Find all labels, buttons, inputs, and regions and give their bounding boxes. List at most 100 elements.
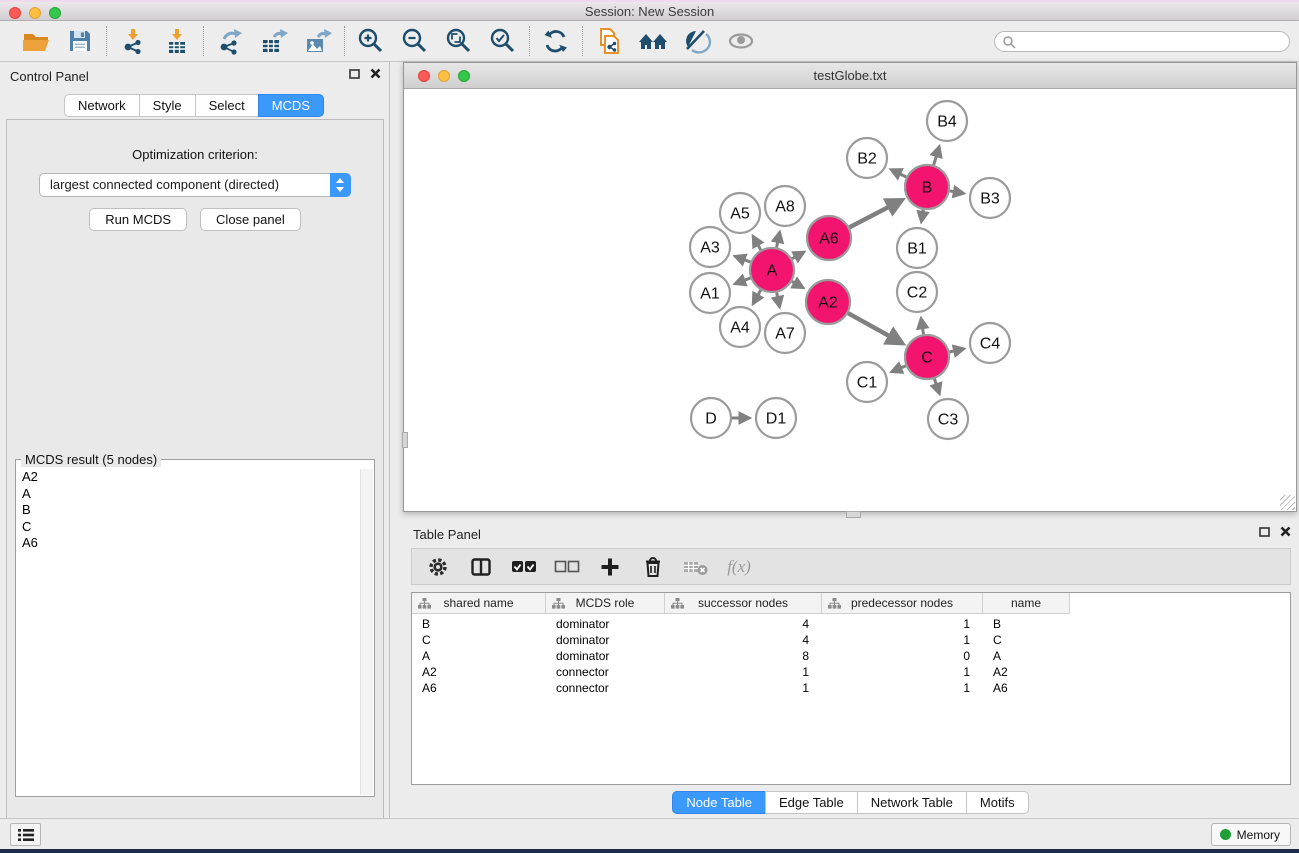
delete-column-button[interactable] <box>640 554 666 580</box>
graph-edge-B-B2[interactable] <box>892 170 906 177</box>
mcds-result-item[interactable]: C <box>17 519 360 536</box>
graph-node-C4[interactable]: C4 <box>970 323 1010 363</box>
table-row[interactable]: A6connector11A6 <box>412 681 1290 697</box>
table-cell-shared-name[interactable]: C <box>412 633 546 649</box>
table-cell-shared-name[interactable]: A6 <box>412 681 546 697</box>
graph-node-A[interactable]: A <box>750 248 794 292</box>
import-table-button[interactable] <box>160 25 194 57</box>
table-cell-mcds-role[interactable]: dominator <box>546 633 665 649</box>
mcds-result-item[interactable]: A <box>17 486 360 503</box>
graph-node-C[interactable]: C <box>905 335 949 379</box>
run-mcds-button[interactable]: Run MCDS <box>89 208 187 231</box>
network-close-button[interactable] <box>418 70 430 82</box>
resize-grip-icon[interactable] <box>1280 495 1295 510</box>
graph-node-A6[interactable]: A6 <box>807 216 851 260</box>
graph-node-A1[interactable]: A1 <box>690 273 730 313</box>
graph-edge-A6-B[interactable] <box>849 201 900 228</box>
splitter-grip-bottom[interactable] <box>846 511 861 518</box>
column-header-mcds-role[interactable]: MCDS role <box>546 593 665 614</box>
table-row[interactable]: Adominator80A <box>412 649 1290 665</box>
network-zoom-button[interactable] <box>458 70 470 82</box>
float-panel-icon[interactable] <box>349 69 360 79</box>
table-row[interactable]: Bdominator41B <box>412 617 1290 633</box>
splitter-grip-left[interactable] <box>402 432 408 448</box>
graph-node-B4[interactable]: B4 <box>927 101 967 141</box>
zoom-in-button[interactable] <box>354 25 388 57</box>
delete-table-button[interactable] <box>683 554 709 580</box>
graph-edge-C-C2[interactable] <box>921 320 923 335</box>
table-row[interactable]: Cdominator41C <box>412 633 1290 649</box>
column-header-successor-nodes[interactable]: successor nodes <box>665 593 822 614</box>
zoom-selected-button[interactable] <box>486 25 520 57</box>
tab-edge-table[interactable]: Edge Table <box>765 791 858 814</box>
search-field[interactable] <box>994 31 1290 52</box>
table-cell-successor-nodes[interactable]: 4 <box>665 617 822 633</box>
table-cell-predecessor-nodes[interactable]: 1 <box>822 617 983 633</box>
home-button[interactable] <box>636 25 670 57</box>
table-cell-successor-nodes[interactable]: 1 <box>665 665 822 681</box>
open-file-button[interactable] <box>19 25 53 57</box>
graph-node-C1[interactable]: C1 <box>847 362 887 402</box>
tab-mcds[interactable]: MCDS <box>258 94 324 117</box>
mcds-result-item[interactable]: B <box>17 502 360 519</box>
graph-node-A3[interactable]: A3 <box>690 227 730 267</box>
select-all-columns-button[interactable] <box>511 554 537 580</box>
refresh-button[interactable] <box>539 25 573 57</box>
table-cell-predecessor-nodes[interactable]: 1 <box>822 665 983 681</box>
function-builder-button[interactable]: f(x) <box>726 554 752 580</box>
zoom-fit-button[interactable] <box>442 25 476 57</box>
table-cell-name[interactable]: A <box>983 649 1070 665</box>
graph-edge-C-C1[interactable] <box>893 366 906 371</box>
graph-node-A7[interactable]: A7 <box>765 313 805 353</box>
table-cell-name[interactable]: B <box>983 617 1070 633</box>
export-table-button[interactable] <box>257 25 291 57</box>
float-panel-icon[interactable] <box>1259 527 1270 537</box>
toggle-labels-button[interactable] <box>680 25 714 57</box>
mcds-result-item[interactable]: A2 <box>17 469 360 486</box>
table-cell-mcds-role[interactable]: dominator <box>546 617 665 633</box>
graph-node-C3[interactable]: C3 <box>928 399 968 439</box>
zoom-out-button[interactable] <box>398 25 432 57</box>
table-cell-successor-nodes[interactable]: 1 <box>665 681 822 697</box>
show-hide-button[interactable] <box>724 25 758 57</box>
table-cell-predecessor-nodes[interactable]: 1 <box>822 633 983 649</box>
graph-node-A8[interactable]: A8 <box>765 186 805 226</box>
graph-edge-C-C3[interactable] <box>934 379 939 393</box>
close-panel-icon[interactable] <box>1280 526 1291 537</box>
graph-edge-B-B3[interactable] <box>950 191 963 193</box>
zoom-window-button[interactable] <box>49 7 61 19</box>
graph-node-B1[interactable]: B1 <box>897 228 937 268</box>
column-header-shared-name[interactable]: shared name <box>412 593 546 614</box>
graph-edge-B-B4[interactable] <box>934 148 939 165</box>
table-cell-shared-name[interactable]: A <box>412 649 546 665</box>
graph-node-A5[interactable]: A5 <box>720 193 760 233</box>
graph-edge-A2-C[interactable] <box>848 313 901 342</box>
result-scrollbar[interactable] <box>360 469 373 795</box>
tab-style[interactable]: Style <box>139 94 196 117</box>
show-column-panel-button[interactable] <box>468 554 494 580</box>
close-window-button[interactable] <box>9 7 21 19</box>
network-canvas[interactable]: B4B2BB3A8A5A6A3B1AA1C2A2A4A7C4CC1C3DD1 <box>404 90 1296 511</box>
table-cell-shared-name[interactable]: B <box>412 617 546 633</box>
close-panel-button[interactable]: Close panel <box>200 208 301 231</box>
export-image-button[interactable] <box>301 25 335 57</box>
create-column-button[interactable] <box>597 554 623 580</box>
graph-node-B[interactable]: B <box>905 165 949 209</box>
table-cell-name[interactable]: A2 <box>983 665 1070 681</box>
table-cell-predecessor-nodes[interactable]: 1 <box>822 681 983 697</box>
table-cell-name[interactable]: C <box>983 633 1070 649</box>
graph-edge-B-B1[interactable] <box>922 210 924 221</box>
table-cell-mcds-role[interactable]: connector <box>546 665 665 681</box>
table-cell-shared-name[interactable]: A2 <box>412 665 546 681</box>
graph-edge-C-C4[interactable] <box>949 349 962 352</box>
table-cell-mcds-role[interactable]: connector <box>546 681 665 697</box>
table-cell-mcds-role[interactable]: dominator <box>546 649 665 665</box>
network-minimize-button[interactable] <box>438 70 450 82</box>
column-header-predecessor-nodes[interactable]: predecessor nodes <box>822 593 983 614</box>
graph-edge-A-A4[interactable] <box>754 290 761 303</box>
table-cell-successor-nodes[interactable]: 4 <box>665 633 822 649</box>
graph-edge-A-A2[interactable] <box>792 281 802 287</box>
network-window-titlebar[interactable]: testGlobe.txt <box>404 63 1296 89</box>
graph-node-A4[interactable]: A4 <box>720 307 760 347</box>
export-network-button[interactable] <box>213 25 247 57</box>
